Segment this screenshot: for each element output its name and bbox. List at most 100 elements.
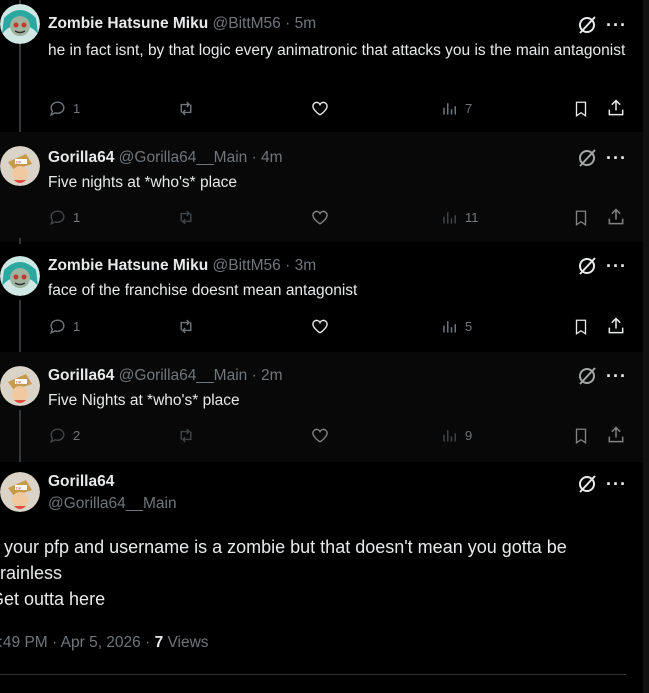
heart-icon [312,428,328,443]
reply-icon [49,319,65,335]
grok-icon[interactable] [577,148,597,168]
post-timestamp: 3:49 PM · Apr 5, 2026 · 7 Views [0,634,209,652]
view-count: 9 [465,428,473,443]
views-chart-icon [443,212,456,224]
reply-button[interactable]: 2 [48,426,80,445]
reply-icon [49,101,65,117]
views-button[interactable]: 9 [441,426,472,445]
post-time[interactable]: · 2m [252,367,283,384]
post-header: Gorilla64 @Gorilla64__Main · 2m [48,366,283,386]
more-icon[interactable]: ··· [606,257,627,275]
svg-text:DK: DK [16,486,22,491]
reply-button[interactable]: 1 [48,208,80,227]
views-count: 7 [154,634,164,651]
grok-icon[interactable] [577,474,597,494]
author-name[interactable]: Gorilla64 [48,473,114,491]
avatar-miku[interactable] [0,4,40,44]
reply-post-2[interactable]: DK Gorilla64 @Gorilla64__Main · 4m ··· F… [0,132,643,242]
timestamp-text[interactable]: 3:49 PM · Apr 5, 2026 · [0,634,155,651]
author-handle[interactable]: @Gorilla64__Main [48,495,177,513]
reply-icon [49,428,65,444]
post-text: face of the franchise doesnt mean antago… [48,282,358,299]
reply-count: 1 [73,319,81,334]
thread-line [19,410,21,462]
author-name[interactable]: Gorilla64 [48,367,114,384]
author-handle[interactable]: @Gorilla64__Main [119,367,248,384]
more-icon[interactable]: ··· [606,367,627,385]
repost-button[interactable] [176,426,196,445]
repost-button[interactable] [176,317,196,336]
avatar-gorilla[interactable]: DK [0,366,40,406]
reply-button[interactable]: 1 [48,317,80,336]
author-name[interactable]: Zombie Hatsune Miku [48,257,208,274]
reply-count: 2 [73,428,81,443]
like-button[interactable] [310,426,330,445]
reply-button[interactable]: 1 [48,99,80,118]
author-handle[interactable]: @Gorilla64__Main [119,149,248,166]
grok-icon[interactable] [577,256,597,276]
author-name[interactable]: Zombie Hatsune Miku [48,15,208,32]
scrollbar[interactable] [643,0,649,693]
share-icon[interactable] [606,425,626,445]
avatar-gorilla[interactable]: DK [0,472,40,512]
view-count: 7 [465,101,473,116]
svg-text:DK: DK [16,380,22,385]
reply-count: 1 [73,101,81,116]
post-header: Zombie Hatsune Miku @BittM56 · 3m [48,256,316,276]
view-count: 11 [465,210,479,225]
views-label: Views [163,634,209,651]
like-button[interactable] [310,317,330,336]
post-header: Zombie Hatsune Miku @BittM56 · 5m [48,14,316,34]
avatar-miku[interactable] [0,256,40,296]
main-post-line: brainless [0,563,63,583]
main-post-text: k your pfp and username is a zombie but … [0,534,640,612]
post-time[interactable]: · 4m [252,149,283,166]
heart-icon [312,210,328,225]
more-icon[interactable]: ··· [606,149,627,167]
post-header: Gorilla64 @Gorilla64__Main · 4m [48,148,283,168]
heart-icon [312,101,328,116]
grok-icon[interactable] [577,366,597,386]
repost-button[interactable] [176,208,196,227]
reply-post-1[interactable]: Zombie Hatsune Miku @BittM56 · 5m ··· he… [0,0,643,132]
share-icon[interactable] [606,98,626,118]
post-text: he in fact isnt, by that logic every ani… [48,42,626,59]
more-icon[interactable]: ··· [606,475,627,493]
like-button[interactable] [310,99,330,118]
divider [0,674,626,675]
reply-icon [49,210,65,226]
thread-line [19,238,21,244]
repost-icon [180,101,192,116]
share-icon[interactable] [606,207,626,227]
bookmark-icon[interactable] [572,317,590,337]
views-button[interactable]: 5 [441,317,472,336]
views-button[interactable]: 7 [441,99,472,118]
more-icon[interactable]: ··· [606,16,627,34]
like-button[interactable] [310,208,330,227]
post-time[interactable]: · 5m [285,15,316,32]
svg-text:DK: DK [16,160,22,165]
reply-count: 1 [73,210,81,225]
post-text: Five nights at *who's* place [48,174,238,191]
author-handle[interactable]: @BittM56 [213,257,281,274]
heart-icon [312,319,328,334]
views-chart-icon [443,321,456,333]
grok-icon[interactable] [577,15,597,35]
repost-icon [180,319,192,334]
main-post-line: k your pfp and username is a zombie but … [0,537,567,557]
post-text: Five Nights at *who's* place [48,392,240,409]
post-time[interactable]: · 3m [285,257,316,274]
bookmark-icon[interactable] [572,208,590,228]
repost-button[interactable] [176,99,196,118]
avatar-gorilla[interactable]: DK [0,146,40,186]
views-button[interactable]: 11 [441,208,479,227]
author-name[interactable]: Gorilla64 [48,149,114,166]
bookmark-icon[interactable] [572,99,590,119]
views-chart-icon [443,103,456,115]
reply-post-4[interactable]: DK Gorilla64 @Gorilla64__Main · 2m ··· F… [0,352,643,462]
share-icon[interactable] [606,316,626,336]
author-handle[interactable]: @BittM56 [213,15,281,32]
reply-post-3[interactable]: Zombie Hatsune Miku @BittM56 · 3m ··· fa… [0,238,643,352]
views-chart-icon [443,430,456,442]
bookmark-icon[interactable] [572,426,590,446]
